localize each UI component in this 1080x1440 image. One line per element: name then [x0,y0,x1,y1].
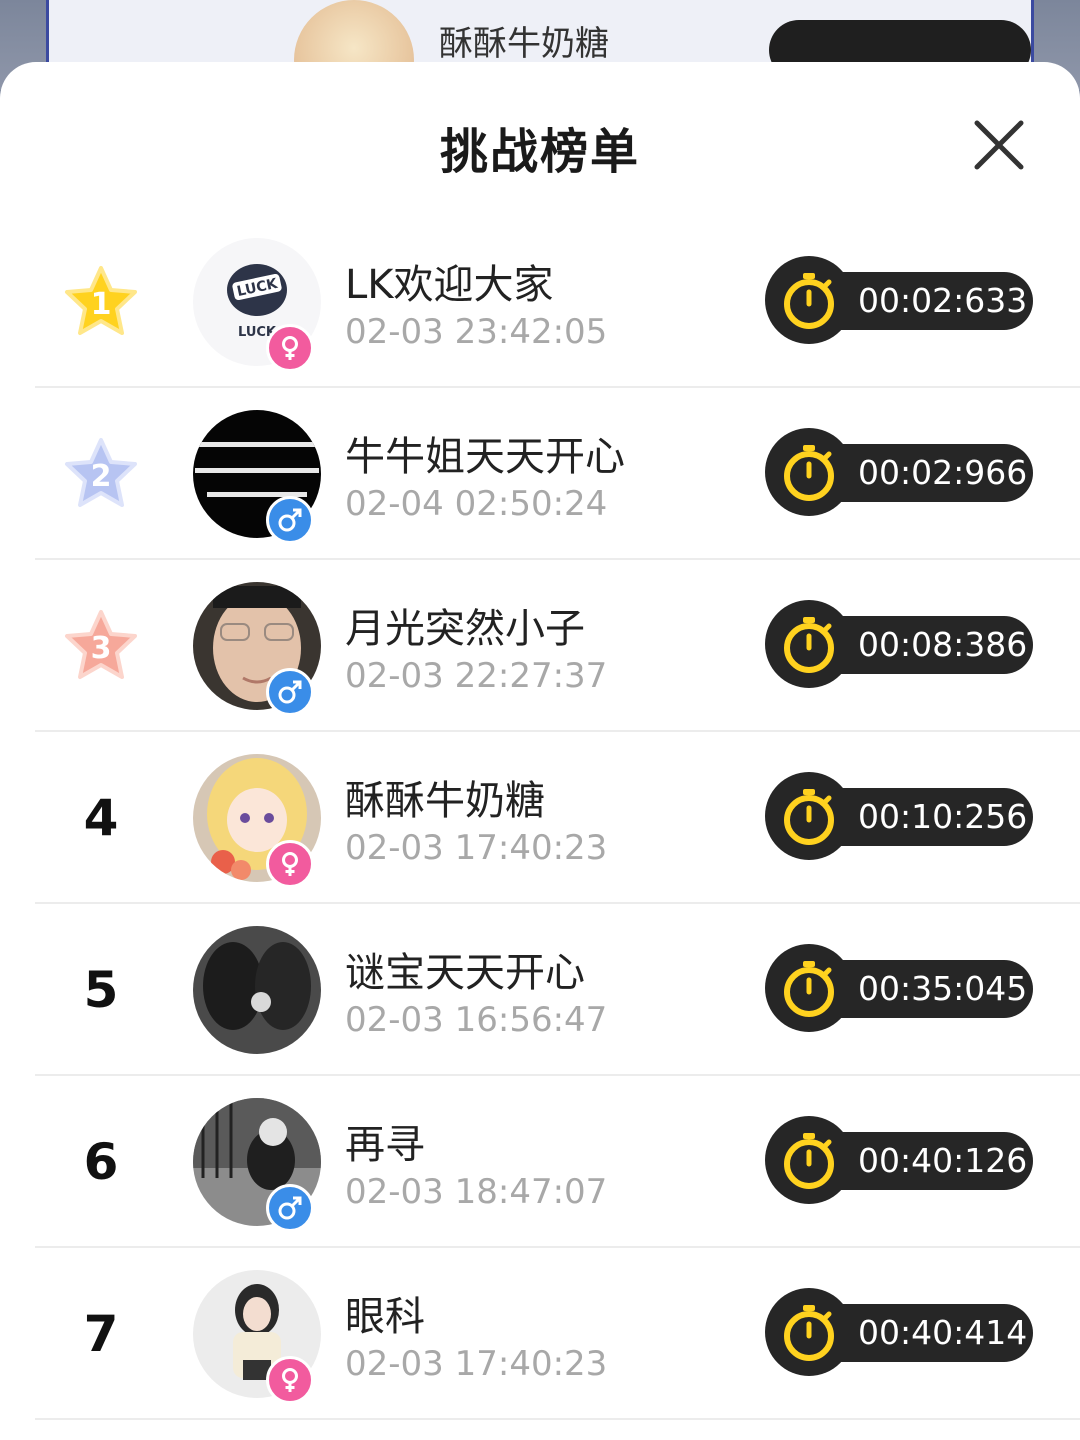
stopwatch-icon [765,600,853,688]
rank-number: 5 [83,961,119,1019]
duration-text: 00:40:126 [858,1141,1028,1180]
stopwatch-icon [765,428,853,516]
stopwatch-icon [765,1116,853,1204]
close-icon [974,120,1024,170]
duration-text: 00:08:386 [858,625,1028,664]
female-gender-icon [266,324,314,372]
leaderboard-list: 1 LUCK LUCK LK欢迎大家 02-03 23:42:05 00:02:… [0,216,1080,1420]
challenge-time: 02-03 17:40:23 [345,828,608,868]
rank-number: 7 [83,1305,119,1363]
gold-star-rank-icon: 1 [61,262,141,342]
leaderboard-row[interactable]: 3 月光突然小子 02-03 22:27:37 00:08:386 [35,560,1080,732]
close-button[interactable] [968,114,1030,176]
duration-text: 00:10:256 [858,797,1028,836]
rank-label: 2 [91,459,112,494]
stopwatch-icon [765,944,853,1032]
avatar-couple-bw [193,926,321,1054]
stopwatch-icon [765,256,853,344]
male-gender-icon [266,668,314,716]
background-name: 酥酥牛奶糖 [439,24,609,64]
avatar[interactable] [193,926,321,1054]
leaderboard-row[interactable]: 5 谜宝天天开心 02-03 16:56:47 00:35:045 [35,904,1080,1076]
user-name: 牛牛姐天天开心 [345,434,625,480]
leaderboard-row[interactable]: 2 牛牛姐天天开心 02-04 02:50:24 00:02:966 [35,388,1080,560]
user-name: 再寻 [345,1122,425,1168]
stopwatch-icon [765,772,853,860]
user-name: 月光突然小子 [345,606,585,652]
duration-text: 00:02:966 [858,453,1028,492]
user-name: LK欢迎大家 [345,262,554,308]
leaderboard-row[interactable]: 1 LUCK LUCK LK欢迎大家 02-03 23:42:05 00:02:… [35,216,1080,388]
sheet-title: 挑战榜单 [439,124,640,180]
leaderboard-row[interactable]: 7 眼科 02-03 17:40:23 00:40:414 [35,1248,1080,1420]
rank-number: 6 [83,1133,119,1191]
challenge-time: 02-04 02:50:24 [345,484,608,524]
user-name: 酥酥牛奶糖 [345,778,545,824]
challenge-time: 02-03 22:27:37 [345,656,608,696]
duration-text: 00:35:045 [858,969,1028,1008]
duration-text: 00:02:633 [858,281,1028,320]
rank-number: 4 [83,789,119,847]
bronze-star-rank-icon: 3 [61,606,141,686]
challenge-time: 02-03 18:47:07 [345,1172,608,1212]
rank-label: 3 [91,631,112,666]
leaderboard-row[interactable]: 4 酥酥牛奶糖 02-03 17:40:23 00:10:256 [35,732,1080,904]
male-gender-icon [266,1184,314,1232]
female-gender-icon [266,1356,314,1404]
challenge-time: 02-03 17:40:23 [345,1344,608,1384]
leaderboard-row[interactable]: 6 再寻 02-03 18:47:07 00:40:126 [35,1076,1080,1248]
duration-text: 00:40:414 [858,1313,1028,1352]
rank-label: 1 [91,287,112,322]
user-name: 谜宝天天开心 [345,950,585,996]
male-gender-icon [266,496,314,544]
user-name: 眼科 [345,1294,425,1340]
stopwatch-icon [765,1288,853,1376]
challenge-time: 02-03 23:42:05 [345,312,608,352]
silver-star-rank-icon: 2 [61,434,141,514]
challenge-time: 02-03 16:56:47 [345,1000,608,1040]
female-gender-icon [266,840,314,888]
